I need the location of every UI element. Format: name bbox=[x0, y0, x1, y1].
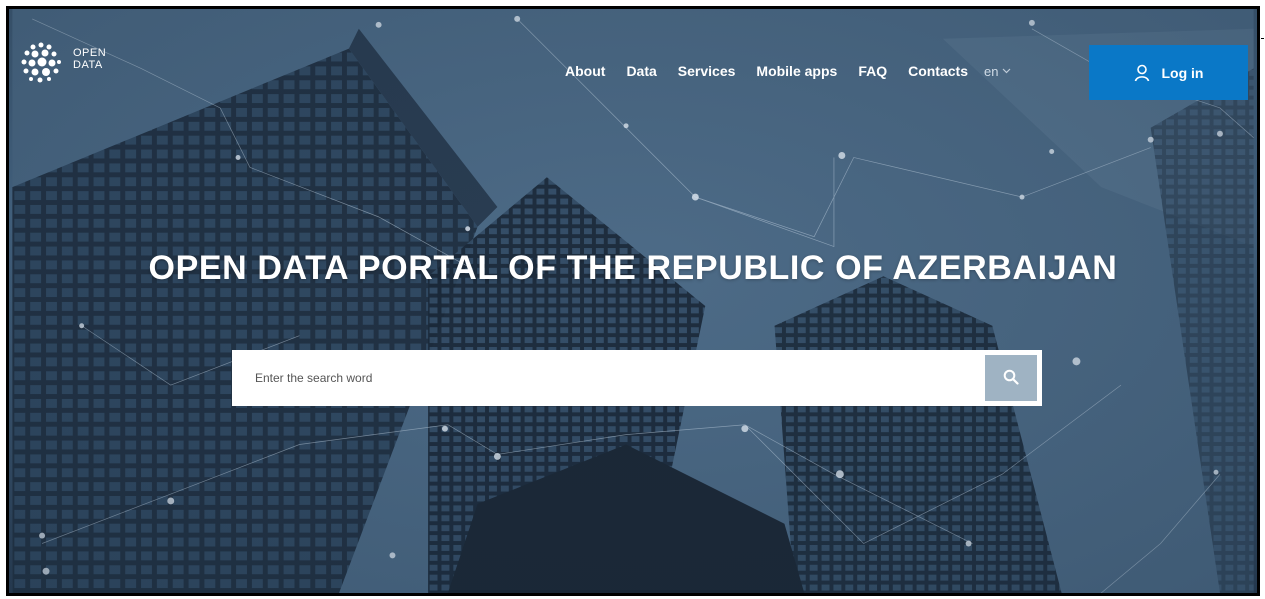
nav-contacts[interactable]: Contacts bbox=[908, 63, 968, 79]
chevron-down-icon bbox=[1002, 66, 1011, 76]
nav-faq[interactable]: FAQ bbox=[858, 63, 887, 79]
login-label: Log in bbox=[1161, 64, 1204, 81]
login-button[interactable]: Log in bbox=[1089, 45, 1248, 100]
user-icon bbox=[1134, 64, 1150, 82]
site-header: OPEN DATA About Data Services Mobile app… bbox=[9, 9, 1257, 119]
page-title: OPEN DATA PORTAL OF THE REPUBLIC OF AZER… bbox=[148, 249, 1118, 287]
nav-services[interactable]: Services bbox=[678, 63, 736, 79]
page-frame: OPEN DATA About Data Services Mobile app… bbox=[6, 6, 1260, 596]
search-icon bbox=[1003, 369, 1019, 388]
search-bar bbox=[232, 350, 1042, 406]
site-logo[interactable]: OPEN DATA bbox=[19, 41, 139, 91]
search-button[interactable] bbox=[985, 355, 1037, 401]
language-selector[interactable]: en bbox=[984, 64, 1011, 79]
nav-mobile-apps[interactable]: Mobile apps bbox=[756, 63, 837, 79]
language-label: en bbox=[984, 63, 999, 79]
search-input[interactable] bbox=[232, 350, 985, 406]
nav-about[interactable]: About bbox=[565, 63, 605, 79]
logo-line-2: DATA bbox=[73, 59, 103, 71]
nav-data[interactable]: Data bbox=[626, 63, 656, 79]
logo-line-1: OPEN bbox=[73, 47, 107, 59]
logo-text: OPEN DATA bbox=[73, 47, 106, 71]
open-data-logo-icon bbox=[21, 42, 61, 83]
edge-mark bbox=[1261, 38, 1264, 39]
main-nav: About Data Services Mobile apps FAQ Cont… bbox=[565, 61, 1011, 81]
